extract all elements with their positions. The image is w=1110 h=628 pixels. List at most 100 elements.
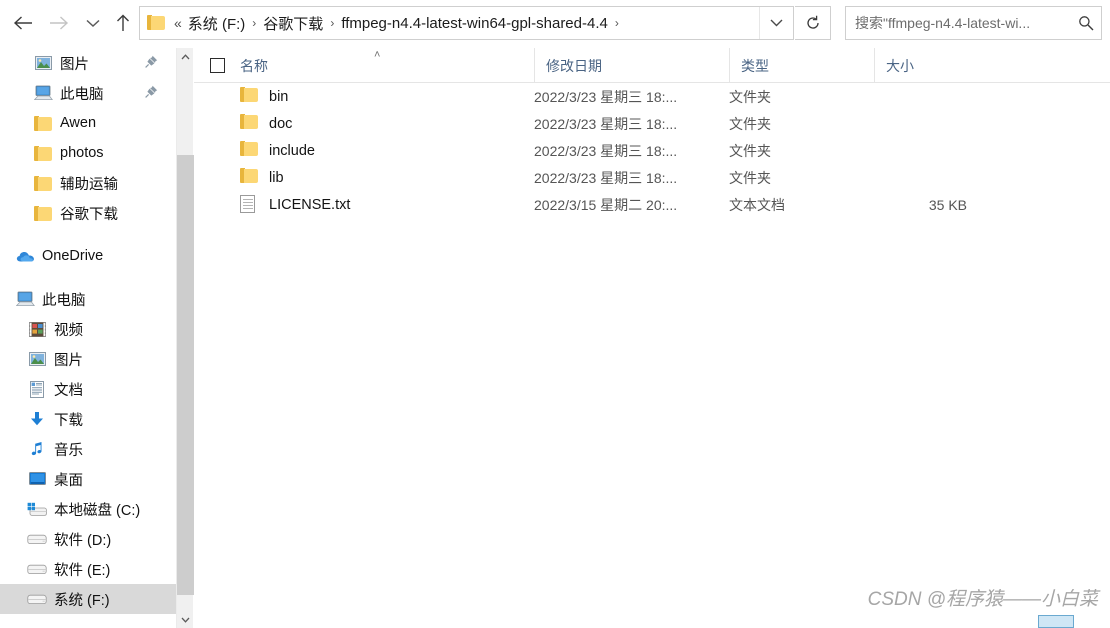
column-header-2[interactable]: 类型 — [729, 48, 874, 83]
sidebar-item-1[interactable]: 图片 — [0, 344, 176, 374]
search-box[interactable]: 搜索"ffmpeg-n4.4-latest-wi... — [845, 6, 1102, 40]
cell-type: 文件夹 — [729, 88, 771, 105]
column-header-row: 名称 ˄ 修改日期 类型 大小 — [194, 48, 1110, 83]
folder-icon — [240, 86, 260, 107]
sort-ascending-icon: ˄ — [374, 49, 381, 61]
watermark-text: CSDN @程序猿——小白菜 — [867, 589, 1098, 610]
sidebar-item-6[interactable]: 本地磁盘 (C:) — [0, 494, 176, 524]
table-row[interactable]: LICENSE.txt 2022/3/15 星期二 20:... 文本文档 35 KB — [194, 191, 1110, 218]
sidebar-item-2[interactable]: 文档 — [0, 374, 176, 404]
cell-size: 35 KB — [928, 196, 967, 213]
sidebar-item-9[interactable]: 系统 (F:) — [0, 584, 176, 614]
sidebar-scrollbar[interactable] — [176, 48, 194, 628]
cell-size — [874, 110, 967, 137]
breadcrumb: 系统 (F:) › 谷歌下载 › ffmpeg-n4.4-latest-win6… — [181, 13, 759, 34]
column-header-1[interactable]: 修改日期 — [534, 48, 729, 83]
cell-type: 文件夹 — [729, 115, 771, 132]
cell-type: 文件夹 — [729, 169, 771, 186]
folder-icon — [32, 112, 54, 134]
table-row[interactable]: include 2022/3/23 星期三 18:... 文件夹 — [194, 137, 1110, 164]
folder-icon — [240, 113, 260, 134]
sidebar-item-onedrive[interactable]: OneDrive — [0, 241, 176, 271]
pictures-icon — [26, 348, 48, 370]
videos-icon — [26, 318, 48, 340]
breadcrumb-item-0[interactable]: 系统 (F:) — [187, 13, 247, 34]
sidebar-item-8[interactable]: 软件 (E:) — [0, 554, 176, 584]
file-rows: bin 2022/3/23 星期三 18:... 文件夹 doc 2022/3/23 星… — [194, 83, 1110, 218]
cell-date-modified: 2022/3/15 星期二 20:... — [534, 196, 678, 213]
pin-icon — [145, 85, 158, 98]
this-pc-icon — [32, 82, 54, 104]
cell-type: 文件夹 — [729, 142, 771, 159]
sidebar-item-quickaccess-2[interactable]: Awen — [0, 108, 176, 138]
file-explorer-window: « 系统 (F:) › 谷歌下载 › ffmpeg-n4.4-latest-wi… — [0, 0, 1110, 628]
desktop-icon — [26, 468, 48, 490]
address-bar[interactable]: « 系统 (F:) › 谷歌下载 › ffmpeg-n4.4-latest-wi… — [139, 6, 794, 40]
address-dropdown-button[interactable] — [759, 7, 793, 39]
scroll-up-button[interactable] — [177, 48, 194, 65]
breadcrumb-separator[interactable]: › — [330, 16, 334, 30]
chevron-down-icon — [181, 617, 190, 623]
column-header-3[interactable]: 大小 — [874, 48, 967, 83]
sidebar-item-quickaccess-4[interactable]: 辅助运输 — [0, 168, 176, 198]
sidebar-item-quickaccess-3[interactable]: photos — [0, 138, 176, 168]
breadcrumb-separator[interactable]: › — [252, 16, 256, 30]
refresh-icon — [806, 15, 819, 29]
back-button[interactable] — [8, 7, 38, 39]
forward-button[interactable] — [44, 7, 74, 39]
bottom-highlight-chip — [1038, 615, 1074, 628]
scrollbar-thumb[interactable] — [177, 155, 194, 595]
breadcrumb-overflow[interactable]: « — [174, 16, 182, 30]
text-file-icon — [240, 194, 260, 215]
recent-locations-button[interactable] — [78, 7, 108, 39]
sidebar-item-7[interactable]: 软件 (D:) — [0, 524, 176, 554]
breadcrumb-item-1[interactable]: 谷歌下载 — [262, 13, 324, 34]
sidebar-item-quickaccess-5[interactable]: 谷歌下载 — [0, 198, 176, 228]
sidebar-item-3[interactable]: 下载 — [0, 404, 176, 434]
scroll-down-button[interactable] — [177, 611, 194, 628]
pin-icon[interactable] — [145, 55, 158, 73]
cell-name[interactable]: lib — [194, 164, 534, 191]
cell-name[interactable]: LICENSE.txt — [194, 191, 534, 218]
folder-icon — [240, 140, 260, 161]
breadcrumb-separator[interactable]: › — [615, 16, 619, 30]
music-icon — [26, 438, 48, 460]
documents-icon — [26, 378, 48, 400]
cell-date-modified: 2022/3/23 星期三 18:... — [534, 88, 678, 105]
breadcrumb-item-2[interactable]: ffmpeg-n4.4-latest-win64-gpl-shared-4.4 — [340, 15, 609, 32]
arrow-left-icon — [13, 16, 32, 30]
sidebar-item-quickaccess-1[interactable]: 此电脑 — [0, 78, 176, 108]
folder-icon — [32, 172, 54, 194]
sidebar-item-quickaccess-0[interactable]: 图片 — [0, 48, 176, 78]
cell-name[interactable]: bin — [194, 83, 534, 110]
cell-date-modified: 2022/3/23 星期三 18:... — [534, 169, 678, 186]
search-icon — [1079, 16, 1094, 31]
search-input[interactable]: 搜索"ffmpeg-n4.4-latest-wi... — [846, 13, 1071, 33]
refresh-button[interactable] — [795, 6, 831, 40]
cell-name[interactable]: doc — [194, 110, 534, 137]
arrow-right-icon — [50, 16, 69, 30]
sidebar-item-4[interactable]: 音乐 — [0, 434, 176, 464]
sidebar-item-5[interactable]: 桌面 — [0, 464, 176, 494]
cell-size — [874, 164, 967, 191]
table-row[interactable]: bin 2022/3/23 星期三 18:... 文件夹 — [194, 83, 1110, 110]
folder-icon — [147, 15, 165, 31]
table-row[interactable]: doc 2022/3/23 星期三 18:... 文件夹 — [194, 110, 1110, 137]
up-button[interactable] — [108, 7, 138, 39]
file-list-pane: 名称 ˄ 修改日期 类型 大小 bin 2022/3/23 星期三 18:... 文件夹 do… — [194, 48, 1110, 628]
cell-size — [874, 137, 967, 164]
cell-name[interactable]: include — [194, 137, 534, 164]
sidebar-item-0[interactable]: 视频 — [0, 314, 176, 344]
navigation-pane: 图片 此电脑 Awen photos 辅助运输 谷歌下载 OneDrive 此电脑 视频 图片 文档… — [0, 48, 176, 628]
column-header-0[interactable]: 名称 ˄ — [194, 48, 534, 83]
sidebar-item-this-pc[interactable]: 此电脑 — [0, 284, 176, 314]
folder-icon — [32, 202, 54, 224]
pin-icon — [145, 55, 158, 68]
navigation-toolbar: « 系统 (F:) › 谷歌下载 › ffmpeg-n4.4-latest-wi… — [0, 0, 1110, 48]
drive-icon — [26, 528, 48, 550]
table-row[interactable]: lib 2022/3/23 星期三 18:... 文件夹 — [194, 164, 1110, 191]
cloud-icon — [14, 245, 36, 267]
search-icon[interactable] — [1071, 15, 1101, 31]
pin-icon[interactable] — [145, 85, 158, 103]
folder-icon — [240, 167, 260, 188]
